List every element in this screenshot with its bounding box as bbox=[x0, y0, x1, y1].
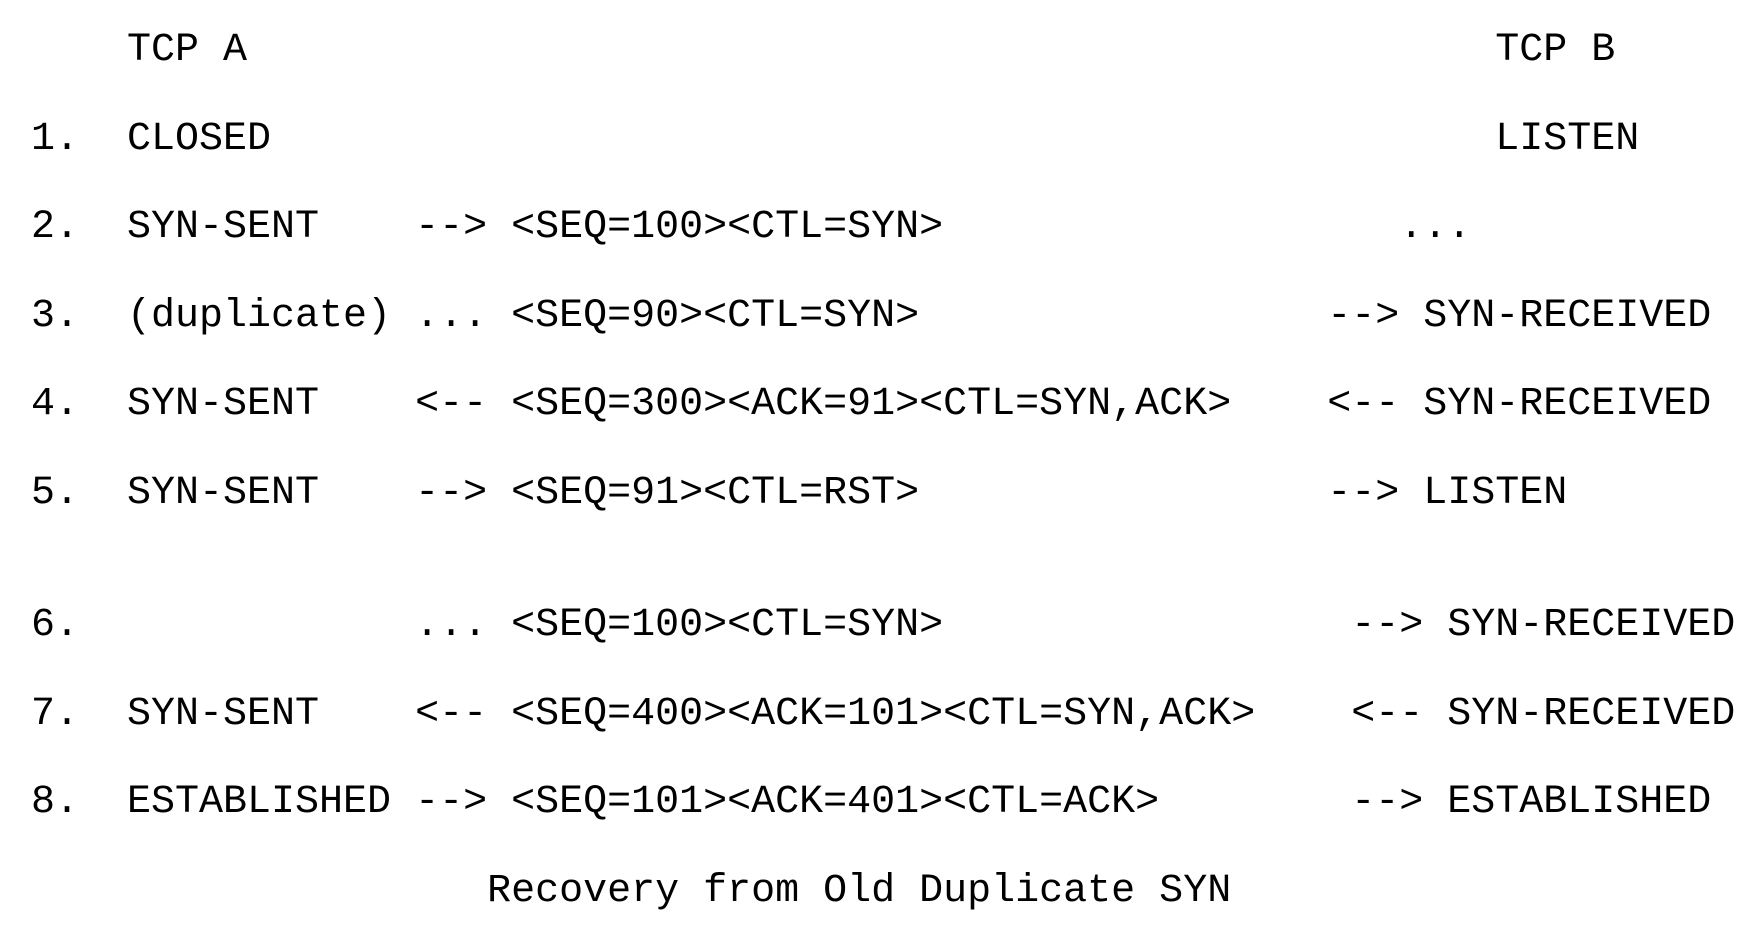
step-line-2: 2. SYN-SENT --> <SEQ=100><CTL=SYN> ... bbox=[31, 205, 1472, 250]
step-line-4: 4. SYN-SENT <-- <SEQ=300><ACK=91><CTL=SY… bbox=[31, 382, 1712, 427]
step-line-5: 5. SYN-SENT --> <SEQ=91><CTL=RST> --> LI… bbox=[31, 471, 1568, 516]
step-line-1: 1. CLOSED LISTEN bbox=[31, 117, 1640, 162]
column-headers: TCP A TCP B bbox=[31, 28, 1616, 73]
tcp-handshake-figure: TCP A TCP B 1. CLOSED LISTEN 2. SYN-SENT… bbox=[0, 0, 1740, 931]
step-line-3: 3. (duplicate) ... <SEQ=90><CTL=SYN> -->… bbox=[31, 294, 1712, 339]
step-line-8: 8. ESTABLISHED --> <SEQ=101><ACK=401><CT… bbox=[31, 780, 1712, 825]
step-line-6: 6. ... <SEQ=100><CTL=SYN> --> SYN-RECEIV… bbox=[31, 603, 1736, 648]
step-line-7: 7. SYN-SENT <-- <SEQ=400><ACK=101><CTL=S… bbox=[31, 692, 1736, 737]
figure-caption: Recovery from Old Duplicate SYN bbox=[31, 869, 1232, 914]
